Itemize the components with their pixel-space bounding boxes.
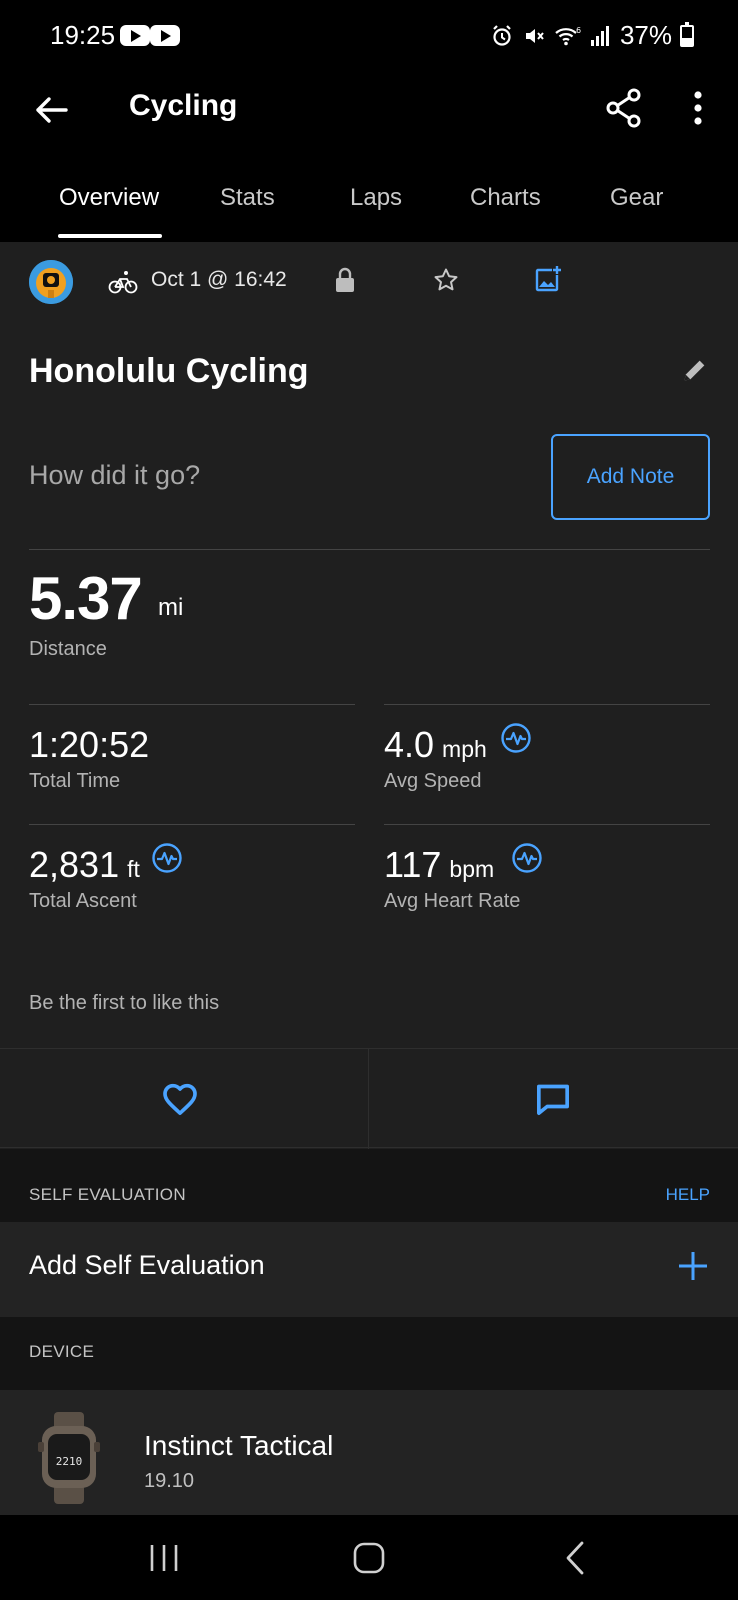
star-icon[interactable]	[432, 266, 460, 294]
avg-heart-rate-unit: bpm	[449, 856, 495, 882]
likes-text: Be the first to like this	[29, 992, 220, 1014]
pulse-icon[interactable]	[511, 842, 543, 874]
status-icons: 6 37%	[490, 20, 694, 51]
comment-icon[interactable]	[533, 1079, 573, 1119]
device-row[interactable]: 2210 Instinct Tactical 19.10	[0, 1390, 738, 1515]
page-title: Cycling	[129, 89, 238, 122]
add-self-evaluation-row[interactable]: Add Self Evaluation	[0, 1222, 738, 1317]
avg-speed-unit: mph	[442, 736, 487, 762]
avg-speed-label: Avg Speed	[384, 770, 482, 792]
watch-face-text: 2210	[56, 1455, 83, 1468]
overview-content: Oct 1 @ 16:42 Honolulu Cycling How did i…	[0, 242, 738, 1515]
back-arrow-icon[interactable]	[28, 86, 76, 134]
divider	[384, 824, 710, 825]
system-nav-bar	[0, 1515, 738, 1600]
social-actions	[0, 1048, 738, 1149]
tab-laps[interactable]: Laps	[350, 184, 402, 212]
app-bar: Cycling	[0, 72, 738, 162]
help-link[interactable]: HELP	[666, 1185, 710, 1205]
divider	[29, 704, 355, 705]
edit-icon[interactable]	[681, 356, 709, 384]
tab-gear[interactable]: Gear	[610, 184, 663, 212]
divider	[384, 704, 710, 705]
alarm-icon	[493, 24, 511, 46]
total-time-value: 1:20:52	[29, 724, 150, 765]
distance-value: 5.37	[29, 565, 143, 632]
divider	[29, 824, 355, 825]
youtube-notification-icon	[120, 25, 150, 46]
battery-percent: 37%	[619, 20, 672, 50]
total-ascent-value: 2,831 ft	[29, 844, 140, 885]
section-label: DEVICE	[29, 1342, 95, 1361]
pulse-icon[interactable]	[151, 842, 183, 874]
cycling-icon	[108, 271, 138, 294]
add-self-evaluation-label: Add Self Evaluation	[29, 1250, 265, 1280]
divider	[368, 1049, 369, 1149]
mute-icon	[525, 28, 544, 43]
total-ascent-label: Total Ascent	[29, 890, 137, 912]
total-ascent-unit: ft	[127, 856, 140, 882]
more-vert-icon[interactable]	[674, 84, 722, 132]
lock-icon[interactable]	[333, 266, 357, 294]
avatar-image	[29, 260, 73, 304]
pulse-icon[interactable]	[500, 722, 532, 754]
device-section: DEVICE	[0, 1317, 738, 1392]
svg-text:6: 6	[576, 26, 581, 35]
device-version: 19.10	[144, 1470, 195, 1492]
avatar[interactable]	[29, 260, 73, 304]
tab-stats[interactable]: Stats	[220, 184, 275, 212]
add-note-button[interactable]: Add Note	[551, 434, 710, 520]
active-tab-indicator	[58, 234, 162, 238]
note-prompt[interactable]: How did it go?	[29, 460, 200, 491]
back-nav-icon[interactable]	[553, 1535, 599, 1581]
distance-label: Distance	[29, 638, 107, 660]
tab-bar: Overview Stats Laps Charts Gear	[0, 162, 738, 242]
recent-apps-icon[interactable]	[141, 1535, 187, 1581]
youtube-notification-icon	[150, 25, 180, 46]
avg-heart-rate-value: 117 bpm	[384, 844, 495, 885]
activity-date: Oct 1 @ 16:42	[151, 268, 287, 291]
total-time-label: Total Time	[29, 770, 121, 792]
activity-name: Honolulu Cycling	[29, 352, 309, 390]
avg-speed-value: 4.0 mph	[384, 724, 487, 765]
avg-heart-rate-label: Avg Heart Rate	[384, 890, 521, 912]
status-time: 19:25	[50, 20, 116, 50]
tab-charts[interactable]: Charts	[470, 184, 541, 212]
status-bar: 19:25 6 37%	[0, 0, 738, 72]
divider	[29, 549, 710, 550]
home-icon[interactable]	[346, 1535, 392, 1581]
wifi-icon: 6	[555, 26, 581, 45]
tab-overview[interactable]: Overview	[59, 184, 159, 212]
section-label: SELF EVALUATION	[29, 1185, 186, 1204]
add-photo-icon[interactable]	[533, 264, 563, 294]
battery-icon	[680, 21, 694, 47]
device-image: 2210	[38, 1412, 100, 1504]
signal-icon	[590, 25, 609, 46]
heart-icon[interactable]	[160, 1079, 200, 1119]
distance-unit: mi	[158, 594, 184, 621]
plus-icon[interactable]	[675, 1248, 711, 1284]
device-name: Instinct Tactical	[144, 1430, 334, 1461]
share-icon[interactable]	[600, 84, 648, 132]
